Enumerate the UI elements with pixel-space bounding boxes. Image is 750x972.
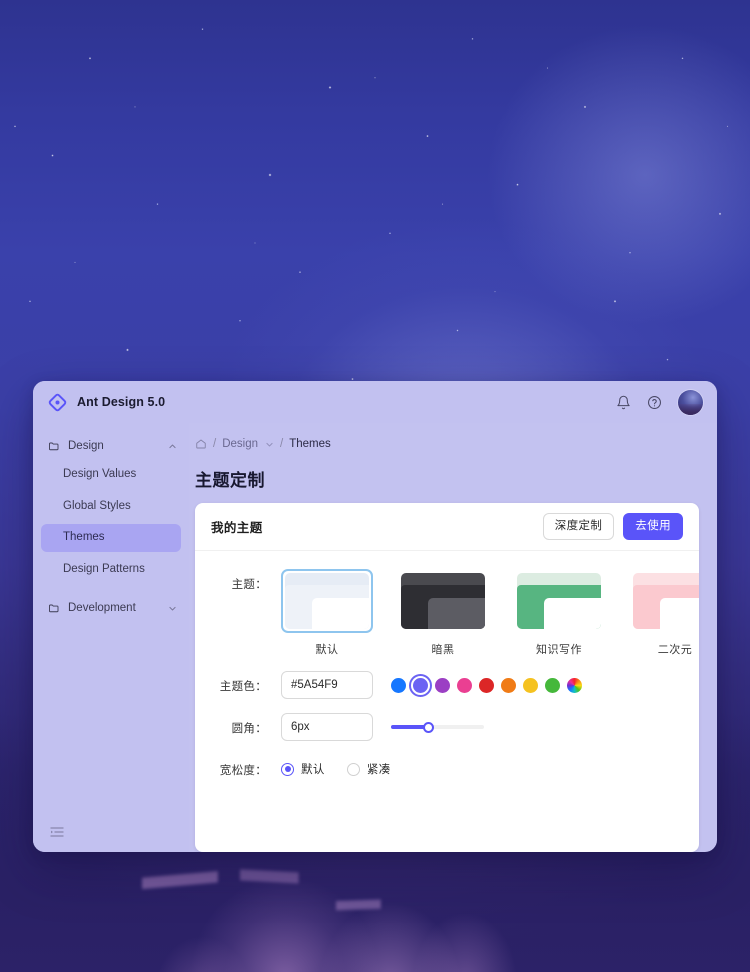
card-actions: 深度定制 去使用 [542,512,683,541]
color-swatch-red[interactable] [479,677,494,693]
brand[interactable]: Ant Design 5.0 [47,392,165,413]
theme-thumbnail [513,569,605,633]
density-row: 宽松度： 默认 紧凑 [211,755,683,778]
border-radius-input[interactable] [281,713,373,741]
theme-thumbnail [397,569,489,633]
border-radius-label: 圆角： [231,723,267,735]
folder-icon [49,442,59,451]
radio-icon [281,762,294,776]
apply-theme-button[interactable]: 去使用 [623,512,683,541]
app-header: Ant Design 5.0 [33,381,717,423]
header-actions [616,389,703,415]
card-body: 主题： 默认 暗黑 知识写作 二次元 主题色： #5A54F9 圆角： 6px … [195,551,699,852]
sidebar-item-themes[interactable]: Themes [41,524,181,552]
breadcrumb-separator: / [213,438,217,450]
theme-option-label: 知识写作 [536,644,582,656]
slider-handle[interactable] [422,721,434,733]
theme-thumbnail [629,569,699,633]
color-swatch-list [391,673,582,697]
border-radius-row: 圆角： [211,713,683,741]
sidebar-group-development[interactable]: Development [33,595,189,621]
theme-option-label: 默认 [315,644,339,656]
density-option-label: 紧凑 [366,764,391,776]
density-label: 宽松度： [219,765,267,777]
theme-option-dark[interactable]: 暗黑 [397,569,489,657]
primary-color-row: 主题色： [211,671,683,699]
chevron-down-icon[interactable] [265,440,274,449]
color-swatch-indigo[interactable] [409,673,432,697]
card-header: 我的主题 深度定制 去使用 [195,503,699,551]
app-window: Ant Design 5.0 Design Design Values Glob… [33,381,717,852]
theme-preview [517,573,601,629]
content-area: / Design / Themes 主题定制 我的主题 深度定制 去使用 主题：… [189,423,717,852]
theme-option-label: 二次元 [657,644,693,656]
sidebar-group-design[interactable]: Design [33,433,189,459]
ant-design-diamond-logo-icon [48,393,67,411]
sidebar-item-design-patterns[interactable]: Design Patterns [41,556,181,584]
theme-row: 主题： 默认 暗黑 知识写作 二次元 [211,569,699,657]
theme-option-list: 默认 暗黑 知识写作 二次元 [281,569,699,657]
theme-option-label: 暗黑 [431,644,455,656]
theme-preview [401,573,485,629]
sidebar-item-global-styles[interactable]: Global Styles [41,493,181,521]
question-circle-icon[interactable] [647,395,662,410]
border-radius-slider[interactable] [391,721,484,733]
chevron-down-icon[interactable] [168,604,177,613]
theme-preview [633,573,699,629]
sidebar-group-label: Design [68,440,104,452]
density-option-default[interactable]: 默认 [281,761,325,777]
breadcrumb: / Design / Themes [195,435,699,453]
theme-label: 主题： [231,579,267,591]
page-title: 主题定制 [195,471,265,490]
bell-icon[interactable] [616,395,631,410]
breadcrumb-item-themes: Themes [289,438,331,450]
radio-icon [346,762,360,776]
theme-option-anime[interactable]: 二次元 [629,569,699,657]
app-title: Ant Design 5.0 [77,395,166,409]
color-swatch-yellow[interactable] [523,677,538,693]
folder-icon [49,604,59,613]
color-swatch-magenta[interactable] [457,677,472,693]
sidebar-group-label: Development [68,602,136,614]
theme-option-default[interactable]: 默认 [281,569,373,657]
app-body: Design Design Values Global Styles Theme… [33,423,717,852]
my-theme-card: 我的主题 深度定制 去使用 主题： 默认 暗黑 知识写作 二次元 主题色： #5… [195,503,699,852]
density-option-label: 默认 [301,764,325,776]
primary-color-input[interactable] [281,671,373,699]
theme-thumbnail [281,569,373,633]
chevron-up-icon[interactable] [168,442,177,451]
color-swatch-orange[interactable] [501,677,516,693]
card-title: 我的主题 [211,521,263,535]
color-swatch-blue[interactable] [391,677,406,693]
primary-color-label: 主题色： [219,681,267,693]
home-icon[interactable] [195,438,207,450]
color-swatch-purple[interactable] [435,677,450,693]
density-radio-group: 默认 紧凑 [267,755,683,777]
color-swatch-green[interactable] [545,677,560,693]
menu-fold-icon[interactable] [49,824,65,840]
breadcrumb-item-design[interactable]: Design [222,438,258,450]
avatar[interactable] [678,389,703,415]
breadcrumb-separator: / [280,438,284,450]
theme-preview [285,573,369,629]
sidebar-item-design-values[interactable]: Design Values [41,461,181,489]
color-swatch-custom-rainbow[interactable] [567,677,582,693]
density-option-compact[interactable]: 紧凑 [346,761,391,777]
deep-customize-button[interactable]: 深度定制 [542,512,615,541]
sidebar: Design Design Values Global Styles Theme… [33,423,189,852]
theme-option-knowledge-writing[interactable]: 知识写作 [513,569,605,657]
